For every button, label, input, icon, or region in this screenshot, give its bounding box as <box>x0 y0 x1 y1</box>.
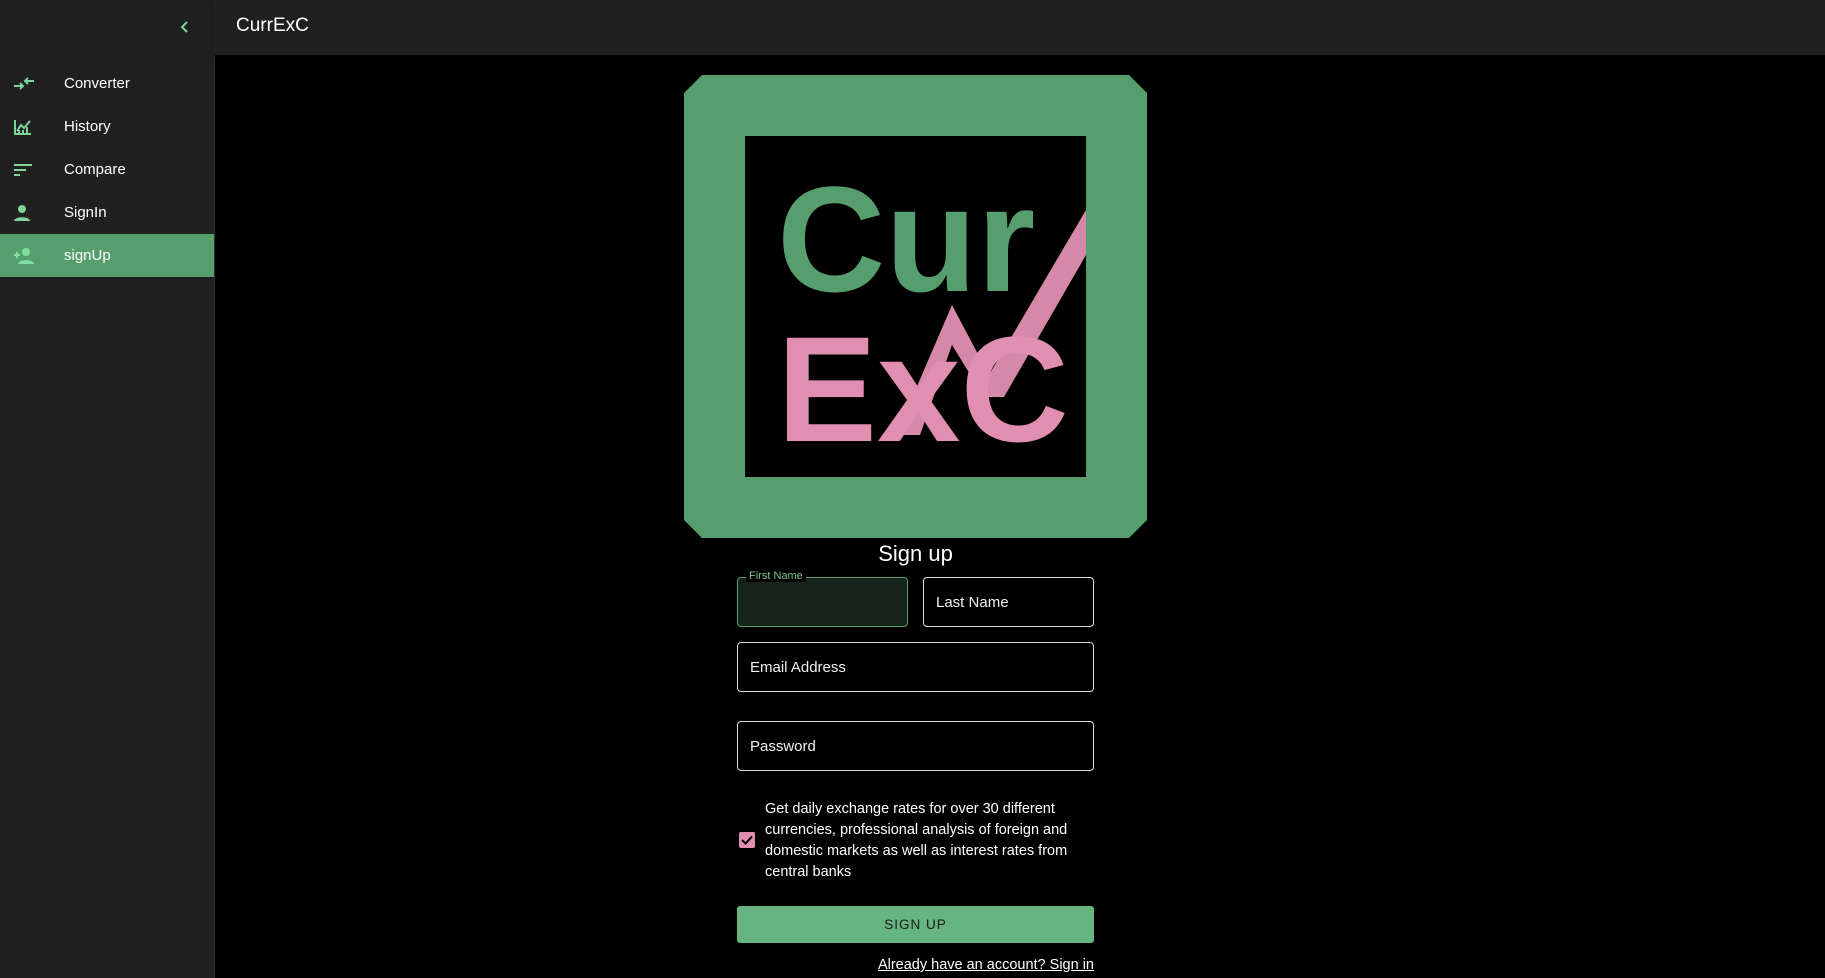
sort-lines-icon <box>0 163 64 177</box>
chart-icon <box>0 118 64 136</box>
sidebar-item-compare[interactable]: Compare <box>0 148 214 191</box>
sidebar-item-history[interactable]: History <box>0 105 214 148</box>
checkmark-icon <box>741 835 753 845</box>
person-icon <box>0 204 64 222</box>
sidebar-item-label: Compare <box>64 161 126 178</box>
sidebar-item-label: SignIn <box>64 204 107 221</box>
first-name-field[interactable] <box>737 577 908 627</box>
app-title: CurrExC <box>236 15 309 36</box>
password-field[interactable] <box>737 721 1094 771</box>
currexc-logo: Cur ExC <box>684 75 1147 538</box>
compare-arrows-icon <box>0 76 64 92</box>
sidebar: Converter History Compare SignIn signUp <box>0 0 215 978</box>
page-title: Sign up <box>878 541 953 566</box>
chevron-left-icon <box>180 21 188 33</box>
svg-text:Cur: Cur <box>777 155 1035 323</box>
consent-checkbox[interactable] <box>739 832 755 848</box>
sidebar-item-signin[interactable]: SignIn <box>0 191 214 234</box>
sign-up-button[interactable]: SIGN UP <box>737 906 1094 943</box>
sidebar-item-converter[interactable]: Converter <box>0 62 214 105</box>
first-name-label: First Name <box>746 570 806 582</box>
sign-in-link[interactable]: Already have an account? Sign in <box>878 957 1094 973</box>
sidebar-item-label: History <box>64 118 111 135</box>
person-add-icon <box>0 247 64 265</box>
sidebar-item-label: Converter <box>64 75 130 92</box>
sidebar-nav: Converter History Compare SignIn signUp <box>0 62 214 277</box>
consent-text: Get daily exchange rates for over 30 dif… <box>765 801 1068 880</box>
sidebar-item-signup[interactable]: signUp <box>0 234 214 277</box>
sidebar-item-label: signUp <box>64 247 111 264</box>
email-field[interactable] <box>737 642 1094 692</box>
app-bar: CurrExC <box>215 0 1825 55</box>
last-name-field[interactable] <box>923 577 1094 627</box>
collapse-sidebar-button[interactable] <box>172 14 198 40</box>
